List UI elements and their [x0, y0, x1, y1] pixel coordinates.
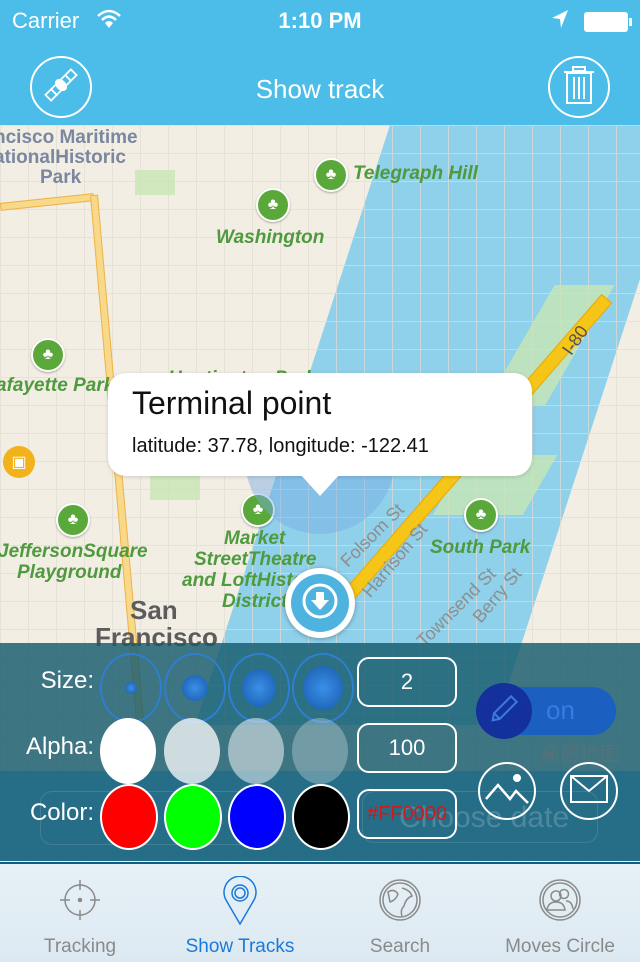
drawing-toggle[interactable]: on	[476, 683, 616, 739]
clock: 1:10 PM	[278, 8, 362, 33]
size-value-field[interactable]: 2	[357, 657, 457, 707]
alpha-label: Alpha:	[25, 733, 94, 760]
trash-icon	[561, 65, 597, 110]
nav-bar: Show track	[0, 40, 640, 125]
map-label: District	[222, 591, 288, 612]
color-label: Color:	[29, 799, 94, 826]
map-label: JeffersonSquare	[0, 541, 148, 562]
save-image-button[interactable]	[478, 762, 536, 820]
delete-track-button[interactable]	[548, 56, 610, 118]
callout-coordinates: latitude: 37.78, longitude: -122.41	[132, 435, 429, 457]
alpha-option-50[interactable]	[228, 718, 284, 784]
status-bar: Carrier 1:10 PM	[0, 0, 640, 40]
callout-title: Terminal point	[132, 385, 332, 421]
crosshair-icon	[56, 876, 104, 924]
color-option-green[interactable]	[164, 784, 222, 850]
tree-icon: ♣	[31, 338, 65, 372]
map-label: afayette Park	[0, 375, 115, 396]
terminal-point-callout[interactable]: Terminal point latitude: 37.78, longitud…	[108, 373, 532, 496]
color-option-black[interactable]	[292, 784, 350, 850]
tab-label: Tracking	[43, 936, 117, 957]
map-label: ationalHistoric	[0, 147, 126, 168]
size-option-2[interactable]	[164, 653, 226, 723]
alpha-option-100[interactable]	[100, 718, 156, 784]
tab-label: Show Tracks	[185, 936, 295, 957]
color-value-field[interactable]: #FF0000	[357, 789, 457, 839]
tree-icon: ♣	[256, 188, 290, 222]
map-label: Playground	[17, 562, 122, 583]
tree-icon: ♣	[464, 498, 498, 532]
size-option-1[interactable]	[100, 653, 162, 723]
image-icon	[484, 769, 530, 814]
tab-bar: Tracking Show Tracks Search Moves Circle	[0, 862, 640, 962]
color-option-red[interactable]	[100, 784, 158, 850]
tree-icon: ♣	[314, 158, 348, 192]
tree-icon: ♣	[56, 503, 90, 537]
battery-icon	[584, 12, 632, 32]
page-title: Show track	[255, 74, 385, 104]
pencil-icon	[487, 692, 521, 731]
map-label: Market	[224, 528, 286, 549]
size-option-3[interactable]	[228, 653, 290, 723]
toggle-label: on	[546, 695, 575, 725]
map-label: Washington	[216, 227, 325, 248]
tab-label: Search	[369, 936, 431, 957]
tab-search[interactable]: Search	[320, 864, 480, 962]
send-mail-button[interactable]	[560, 762, 618, 820]
tab-show-tracks[interactable]: Show Tracks	[160, 864, 320, 962]
size-option-4[interactable]	[292, 653, 354, 723]
map-label: ncisco Maritime	[0, 127, 138, 148]
download-button[interactable]	[285, 568, 355, 638]
map-label: South Park	[430, 537, 531, 558]
color-option-blue[interactable]	[228, 784, 286, 850]
park-area	[135, 170, 175, 195]
mail-icon	[569, 774, 609, 809]
users-icon	[536, 876, 584, 924]
shopping-icon: ▣	[3, 446, 35, 478]
map-pin-icon	[216, 875, 264, 926]
toggle-knob[interactable]	[476, 683, 532, 739]
tab-tracking[interactable]: Tracking	[0, 864, 160, 962]
map-label: Telegraph Hill	[353, 163, 478, 184]
map-label: Park	[40, 167, 82, 188]
download-icon	[300, 581, 340, 626]
alpha-option-25[interactable]	[292, 718, 348, 784]
location-arrow-icon	[550, 8, 570, 36]
globe-icon	[376, 876, 424, 924]
size-label: Size:	[40, 667, 94, 694]
alpha-option-75[interactable]	[164, 718, 220, 784]
tab-label: Moves Circle	[505, 936, 615, 957]
tab-moves-circle[interactable]: Moves Circle	[480, 864, 640, 962]
map-label: StreetTheatre	[194, 549, 317, 570]
alpha-value-field[interactable]: 100	[357, 723, 457, 773]
